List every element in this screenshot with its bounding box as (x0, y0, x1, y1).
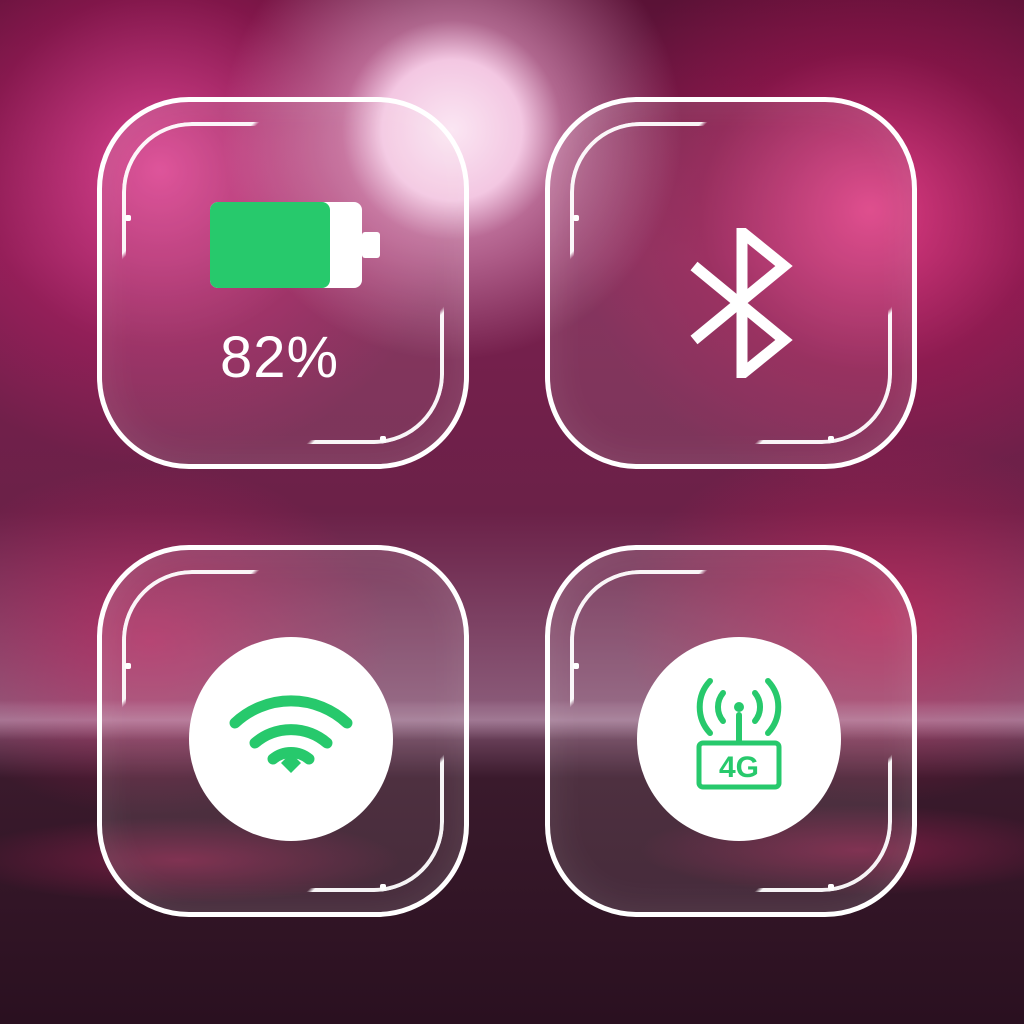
glass-highlight-dot (573, 215, 579, 221)
4g-tower-icon: 4G (696, 678, 782, 790)
battery-level-fill (210, 202, 330, 288)
glass-highlight-dot (573, 663, 579, 669)
glass-highlight-dot (380, 884, 386, 890)
cellular-widget[interactable]: 4G (545, 545, 917, 917)
wifi-widget[interactable] (97, 545, 469, 917)
glass-highlight-dot (828, 436, 834, 442)
battery-percentage: 82% (220, 325, 340, 390)
home-screen: 82% 4G (0, 0, 1024, 1024)
wifi-icon-circle (189, 637, 393, 841)
glass-highlight-dot (125, 215, 131, 221)
4g-icon-circle: 4G (637, 637, 841, 841)
battery-widget[interactable]: 82% (97, 97, 469, 469)
glass-highlight-dot (380, 436, 386, 442)
wifi-icon (229, 695, 353, 773)
glass-highlight-dot (828, 884, 834, 890)
battery-icon (210, 202, 380, 288)
glass-highlight (144, 144, 444, 444)
bluetooth-widget[interactable] (545, 97, 917, 469)
4g-label: 4G (719, 751, 759, 784)
glass-highlight-dot (125, 663, 131, 669)
bluetooth-icon (690, 228, 793, 378)
